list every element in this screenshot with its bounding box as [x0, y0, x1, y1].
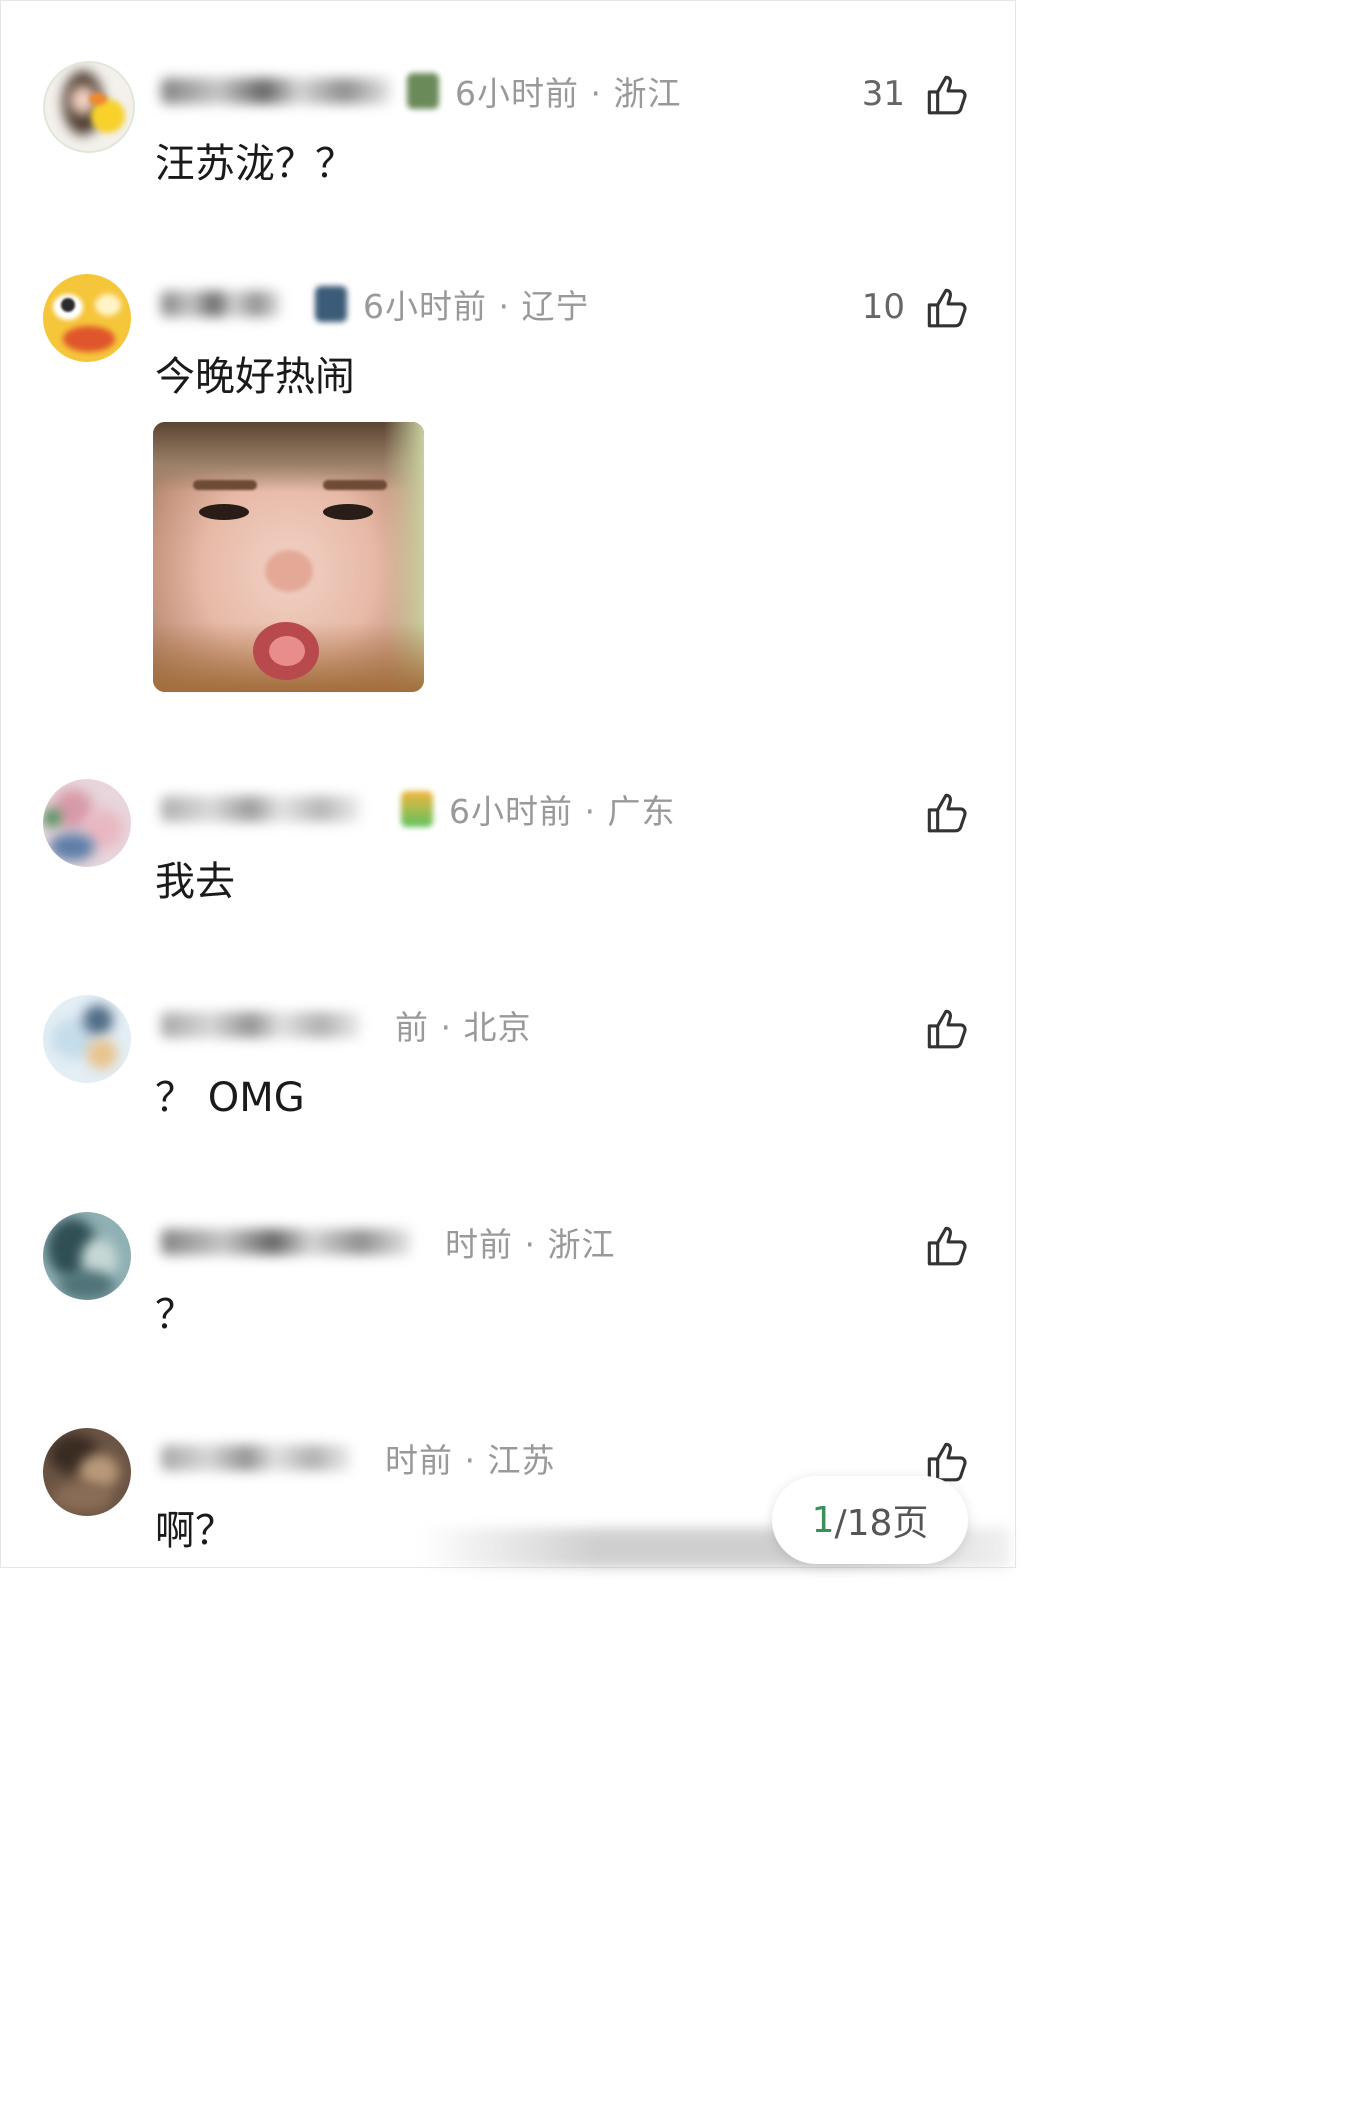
username-blurred [161, 291, 281, 317]
thumbs-up-icon [927, 75, 967, 115]
page-current: 1 [811, 1499, 835, 1541]
avatar[interactable] [43, 1212, 131, 1300]
comment-time-location: 时前 · 江苏 [385, 1441, 556, 1480]
comment-meta: 6小时前 · 浙江 [161, 71, 681, 113]
avatar[interactable] [43, 1428, 131, 1516]
comment-meta: 前 · 北京 [161, 1005, 531, 1047]
avatar[interactable] [43, 995, 131, 1083]
username-blurred [161, 78, 391, 104]
thumbs-up-icon [927, 288, 967, 328]
comment-meta: 时前 · 浙江 [161, 1222, 615, 1264]
thumbs-up-icon [927, 1226, 967, 1266]
badge-icon [407, 73, 439, 109]
badge-icon [401, 791, 433, 827]
like-count: 10 [861, 287, 905, 327]
like-button[interactable] [905, 1003, 971, 1053]
comment-text: ？ OMG [155, 1075, 305, 1121]
username-blurred [161, 796, 361, 822]
comment-list: 6小时前 · 浙江 31 汪苏泷？？ 6小时前 · 辽宁 10 今晚好热闹 6小… [0, 0, 1016, 1568]
avatar[interactable] [43, 61, 135, 153]
comment-time-location: 6小时前 · 浙江 [455, 74, 682, 113]
like-count: 31 [861, 74, 905, 114]
comment-time-location: 6小时前 · 广东 [449, 792, 676, 831]
comment-text: 我去 [155, 859, 235, 905]
thumbs-up-icon [927, 793, 967, 833]
thumbs-up-icon [927, 1009, 967, 1049]
like-button[interactable]: 10 [862, 282, 971, 332]
comment-meta: 6小时前 · 广东 [161, 789, 675, 831]
comment-meta: 时前 · 江苏 [161, 1438, 555, 1480]
avatar[interactable] [43, 779, 131, 867]
comment-time-location: 时前 · 浙江 [445, 1225, 616, 1264]
page-indicator[interactable]: 1/18页 [772, 1476, 968, 1564]
username-blurred [161, 1229, 411, 1255]
like-button[interactable]: 31 [862, 69, 971, 119]
comment-time-location: 前 · 北京 [395, 1008, 532, 1047]
avatar[interactable] [43, 274, 131, 362]
username-blurred [161, 1445, 351, 1471]
comment-text: ？ [155, 1292, 195, 1338]
comment-text: 啊？ [155, 1508, 235, 1554]
comment-text: 今晚好热闹 [155, 354, 355, 400]
comment-time-location: 6小时前 · 辽宁 [363, 287, 590, 326]
page-total: /18页 [834, 1503, 929, 1544]
like-button[interactable] [905, 787, 971, 837]
like-button[interactable] [905, 1220, 971, 1270]
badge-icon [315, 286, 347, 322]
comment-meta: 6小时前 · 辽宁 [161, 284, 589, 326]
comment-text: 汪苏泷？？ [155, 141, 355, 187]
comment-image[interactable] [153, 422, 424, 692]
username-blurred [161, 1012, 361, 1038]
